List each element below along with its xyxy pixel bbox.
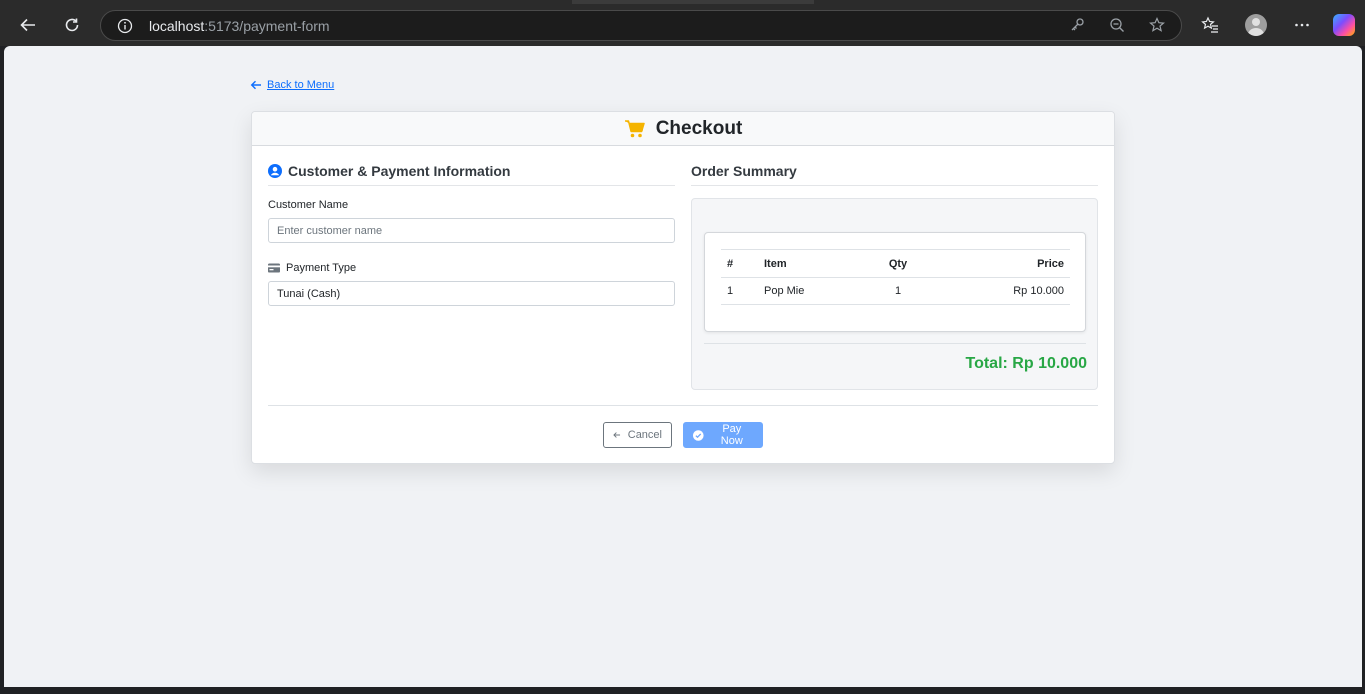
checkout-card: Checkout Customer & Payment Information …: [251, 111, 1115, 464]
column-header-price: Price: [928, 249, 1070, 278]
customer-name-input[interactable]: [268, 218, 675, 243]
profile-icon[interactable]: [1241, 10, 1271, 40]
row-number: 1: [721, 277, 758, 305]
pay-now-button[interactable]: Pay Now: [683, 422, 763, 448]
favorites-icon[interactable]: [1195, 10, 1225, 40]
url-host: localhost: [149, 18, 205, 34]
table-header-row: # Item Qty Price: [721, 249, 1070, 278]
order-summary-divider: [691, 185, 1098, 186]
star-icon[interactable]: [1149, 17, 1165, 38]
payment-type-label-text: Payment Type: [286, 262, 357, 274]
page-viewport: Back to Menu Checkout Customer & Payment…: [4, 46, 1362, 687]
payment-type-select[interactable]: Tunai (Cash): [268, 281, 675, 306]
total-divider: [704, 343, 1086, 344]
column-header-item: Item: [758, 249, 868, 278]
customer-section-title: Customer & Payment Information: [268, 163, 510, 179]
credit-card-icon: [268, 263, 280, 273]
check-circle-icon: [693, 429, 704, 441]
card-header: Checkout: [252, 112, 1114, 146]
address-bar[interactable]: localhost:5173/payment-form: [100, 10, 1182, 41]
column-header-number: #: [721, 249, 758, 278]
customer-section-divider: [268, 185, 675, 186]
customer-section-title-text: Customer & Payment Information: [288, 163, 511, 179]
back-arrow-icon[interactable]: [13, 10, 43, 40]
order-table: # Item Qty Price 1 Pop Mie 1 Rp 10.000: [721, 249, 1070, 305]
browser-toolbar: localhost:5173/payment-form: [0, 4, 1365, 46]
customer-name-label: Customer Name: [268, 199, 349, 211]
cancel-button-label: Cancel: [627, 429, 662, 441]
order-table-card: # Item Qty Price 1 Pop Mie 1 Rp 10.000: [704, 232, 1086, 332]
row-item: Pop Mie: [758, 277, 868, 305]
payment-type-label: Payment Type: [268, 262, 356, 274]
zoom-out-icon[interactable]: [1109, 17, 1125, 38]
order-summary-title: Order Summary: [691, 163, 797, 179]
row-price: Rp 10.000: [928, 277, 1070, 305]
user-circle-icon: [268, 164, 282, 178]
pay-now-button-label: Pay Now: [720, 423, 743, 447]
cancel-button[interactable]: Cancel: [603, 422, 672, 448]
key-icon[interactable]: [1069, 17, 1085, 38]
column-header-qty: Qty: [868, 249, 928, 278]
copilot-icon[interactable]: [1329, 10, 1359, 40]
refresh-icon[interactable]: [57, 10, 87, 40]
payment-type-value: Tunai (Cash): [277, 287, 341, 300]
url-text[interactable]: localhost:5173/payment-form: [149, 18, 330, 34]
order-total: Total: Rp 10.000: [965, 355, 1087, 372]
page-title: Checkout: [655, 117, 743, 139]
actions-divider: [268, 405, 1098, 406]
back-to-menu-link[interactable]: Back to Menu: [250, 79, 334, 91]
row-qty: 1: [868, 277, 928, 305]
info-icon[interactable]: [117, 18, 133, 39]
arrow-left-icon: [613, 432, 621, 438]
more-icon[interactable]: [1287, 10, 1317, 40]
table-row: 1 Pop Mie 1 Rp 10.000: [721, 277, 1070, 305]
url-path: :5173/payment-form: [204, 18, 330, 34]
back-link-label: Back to Menu: [267, 79, 335, 91]
arrow-left-icon: [250, 80, 261, 90]
cart-icon: [624, 119, 645, 137]
order-summary-box: # Item Qty Price 1 Pop Mie 1 Rp 10.000 T…: [691, 198, 1098, 390]
